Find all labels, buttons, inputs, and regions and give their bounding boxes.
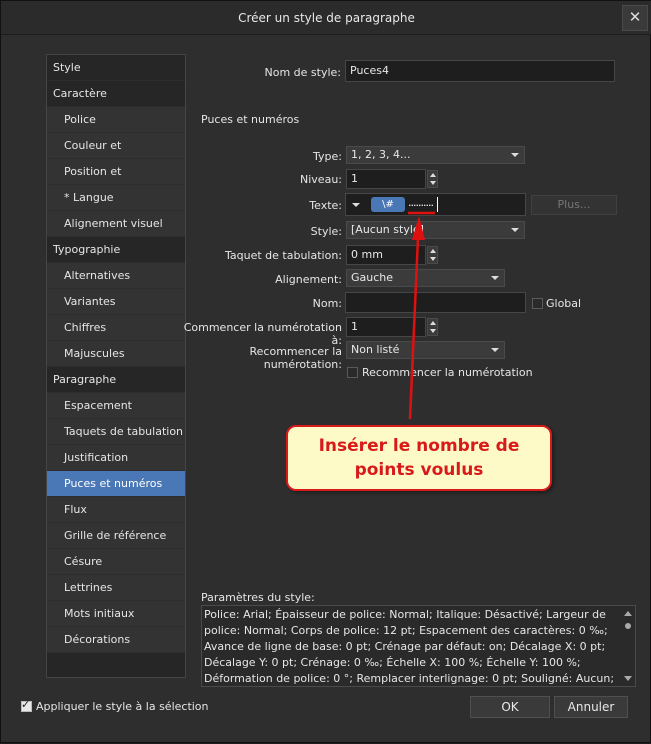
params-line: Avance de ligne de base: 0 pt; Crénage p… [204, 640, 606, 653]
params-line: Déformation de police: 0 °; Remplacer in… [204, 672, 615, 685]
dialog-window: Créer un style de paragraphe ✕ Style Cara… [0, 0, 651, 743]
scroll-down-icon[interactable] [624, 676, 632, 681]
scroll-up-icon[interactable] [624, 611, 632, 616]
annotation-line-1: Insérer le nombre de [318, 436, 520, 456]
cancel-button[interactable]: Annuler [554, 696, 628, 718]
scroll-thumb[interactable] [625, 623, 631, 629]
ok-button[interactable]: OK [470, 696, 550, 718]
params-textbox[interactable]: Police: Arial; Épaisseur de police: Norm… [201, 605, 636, 687]
params-scrollbar[interactable] [621, 606, 635, 686]
checkmark-icon: ✓ [21, 698, 31, 711]
annotation-callout: Insérer le nombre de points voulus [286, 425, 552, 491]
annotation-line-2: points voulus [354, 460, 484, 480]
params-line: Police: Arial; Épaisseur de police: Norm… [204, 608, 606, 621]
apply-style-label: Appliquer le style à la sélection [36, 700, 209, 713]
apply-style-checkbox[interactable]: ✓ [21, 698, 32, 712]
params-label: Paramètres du style: [201, 591, 315, 604]
params-line: Décalage Y: 0 pt; Crénage: 0 ‰; Échelle … [204, 656, 581, 669]
params-line: police: Normal; Corps de police: 12 pt; … [204, 624, 608, 637]
